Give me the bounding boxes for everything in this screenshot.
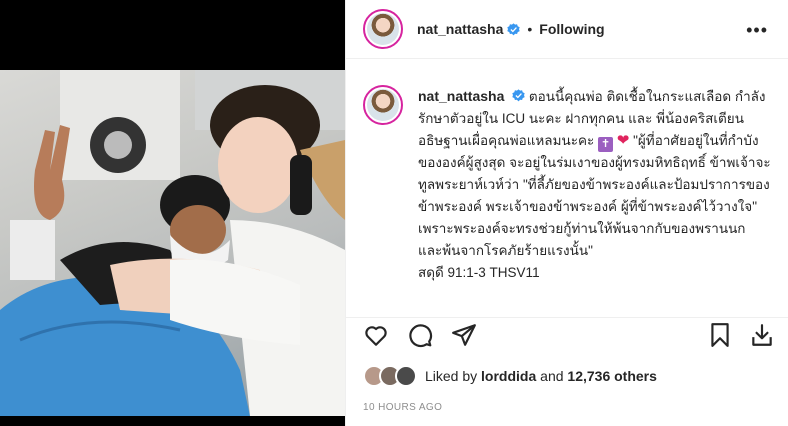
more-options-icon[interactable]: ••• <box>746 20 768 41</box>
caption-author-avatar[interactable] <box>363 85 403 125</box>
liker-avatar[interactable] <box>395 365 417 387</box>
post-actions-bar <box>346 317 788 353</box>
verified-badge-icon <box>512 89 525 102</box>
heart-icon[interactable] <box>363 322 389 348</box>
cross-emoji-icon: ✝ <box>598 137 613 152</box>
likes-text[interactable]: Liked by lorddida and 12,736 others <box>425 368 657 384</box>
caption-part2: "ผู้ที่อาศัยอยู่ในที่กำบังขององค์ผู้สูงส… <box>418 133 771 258</box>
post-header: nat_nattasha • Following ••• <box>346 0 788 59</box>
photo-illustration <box>0 70 345 416</box>
author-avatar[interactable] <box>363 9 403 49</box>
caption-reference: สดุดี 91:1-3 THSV11 <box>418 265 540 280</box>
caption-username[interactable]: nat_nattasha <box>418 88 504 104</box>
likes-prefix: Liked by <box>425 368 482 384</box>
likes-summary: Liked by lorddida and 12,736 others <box>363 364 657 388</box>
post-photo[interactable] <box>0 70 345 416</box>
post-media[interactable] <box>0 0 345 426</box>
liker-username[interactable]: lorddida <box>481 368 536 384</box>
comment-icon[interactable] <box>407 322 433 348</box>
likes-count[interactable]: 12,736 others <box>567 368 657 384</box>
post-caption: nat_nattasha ตอนนี้คุณพ่อ ติดเชื้อในกระแ… <box>363 85 773 284</box>
heart-emoji-icon: ❤ <box>616 132 630 149</box>
post-timestamp[interactable]: 10 HOURS AGO <box>363 402 442 413</box>
verified-badge-icon <box>507 22 521 35</box>
share-icon[interactable] <box>451 322 477 348</box>
likes-connector: and <box>536 368 568 384</box>
post-side-panel: nat_nattasha • Following ••• nat_nattash… <box>345 0 788 426</box>
author-username[interactable]: nat_nattasha <box>417 21 503 37</box>
caption-text: nat_nattasha ตอนนี้คุณพ่อ ติดเชื้อในกระแ… <box>418 85 773 284</box>
bookmark-icon[interactable] <box>707 322 733 348</box>
following-button[interactable]: Following <box>539 21 604 37</box>
header-separator: • <box>527 21 533 37</box>
download-icon[interactable] <box>749 322 775 348</box>
